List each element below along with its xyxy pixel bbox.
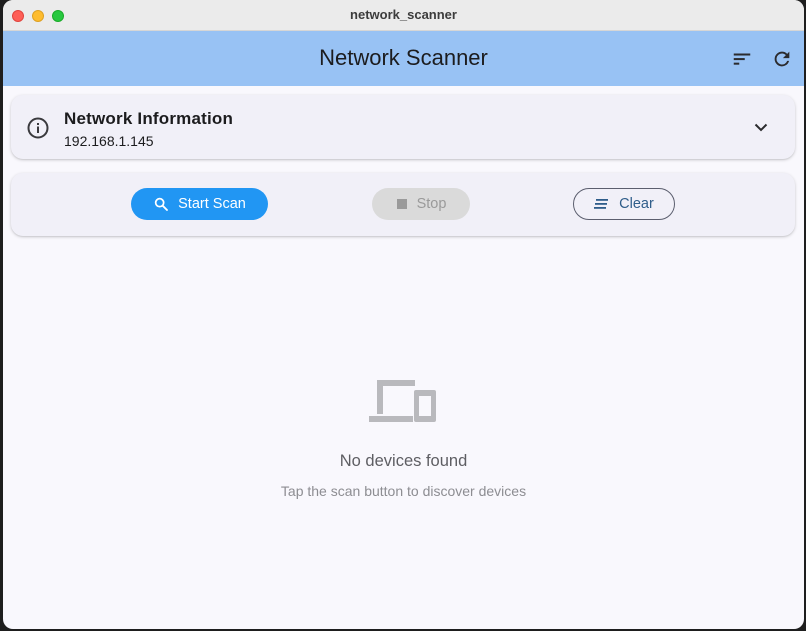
ip-address: 192.168.1.145 bbox=[64, 133, 154, 149]
app-bar-title: Network Scanner bbox=[319, 45, 488, 70]
app-bar: Network Scanner bbox=[3, 31, 804, 86]
stop-icon bbox=[396, 199, 407, 209]
clear-all-icon bbox=[594, 199, 609, 209]
network-info-title: Network Information bbox=[64, 109, 234, 128]
clear-label: Clear bbox=[619, 196, 654, 212]
sort-icon[interactable] bbox=[731, 48, 753, 70]
info-icon bbox=[27, 117, 49, 139]
stop-label: Stop bbox=[416, 196, 447, 212]
window-title: network_scanner bbox=[350, 7, 457, 22]
empty-state-title: No devices found bbox=[339, 452, 468, 470]
empty-state-subtitle: Tap the scan button to discover devices bbox=[280, 483, 527, 499]
app-window: network_scanner Network Scanner Network … bbox=[3, 0, 804, 629]
network-info-card[interactable]: Network Information 192.168.1.145 bbox=[11, 95, 795, 159]
search-icon bbox=[154, 197, 169, 211]
stop-button[interactable]: Stop bbox=[372, 188, 470, 220]
start-scan-button[interactable]: Start Scan bbox=[131, 188, 268, 220]
refresh-icon[interactable] bbox=[771, 48, 793, 70]
devices-icon bbox=[369, 380, 436, 422]
chevron-down-icon[interactable] bbox=[753, 119, 769, 135]
clear-button[interactable]: Clear bbox=[573, 188, 675, 220]
scan-actions-card: Start Scan Stop Clear bbox=[11, 173, 795, 236]
window-titlebar[interactable]: network_scanner bbox=[3, 0, 804, 31]
start-scan-label: Start Scan bbox=[178, 196, 246, 212]
